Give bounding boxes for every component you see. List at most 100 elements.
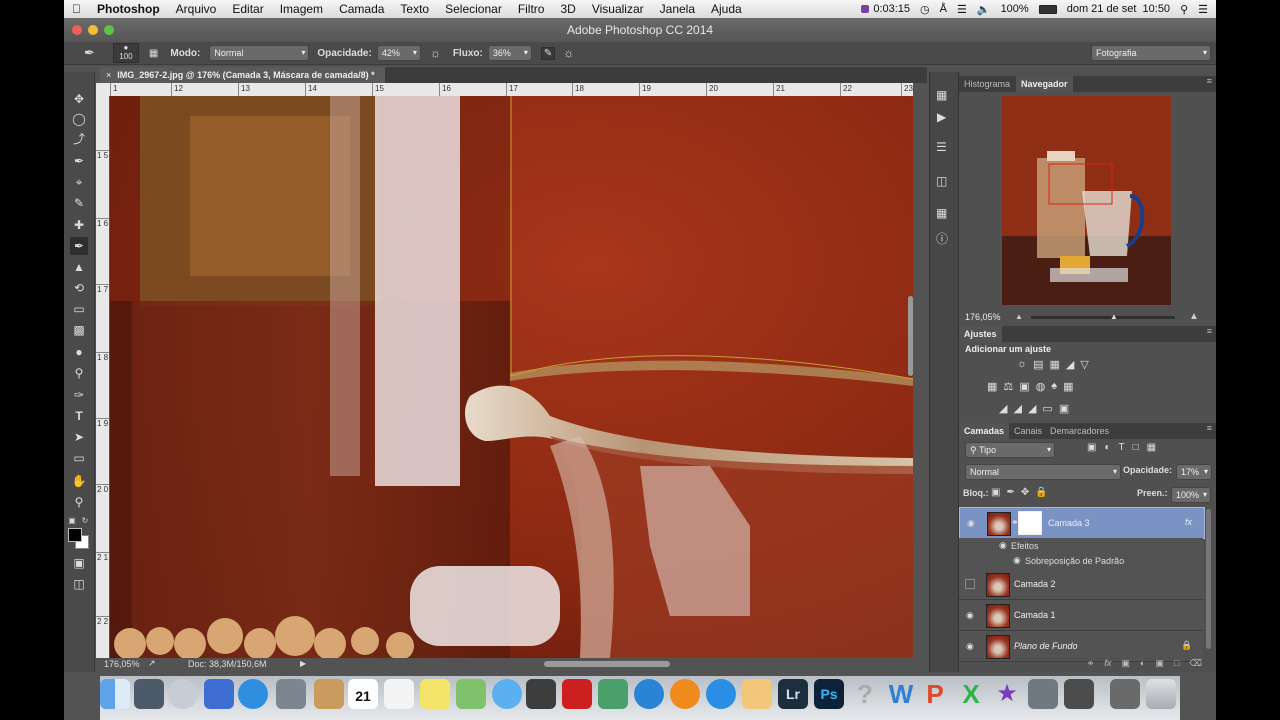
healing-brush-tool-icon[interactable]: ✚ — [70, 216, 88, 234]
mode-select[interactable]: Normal — [209, 45, 310, 61]
tab-layers[interactable]: Camadas — [959, 423, 1010, 439]
layer-row[interactable]: ◉ Camada 1 — [959, 600, 1203, 631]
gradient-tool-icon[interactable]: ▩ — [70, 321, 88, 339]
brightness-icon[interactable]: ☼ — [1017, 358, 1027, 371]
add-mask-icon[interactable]: ▣ — [1121, 658, 1130, 672]
photoshop-icon[interactable]: Ps — [814, 679, 844, 709]
add-style-icon[interactable]: fx — [1104, 658, 1111, 672]
tab-channels[interactable]: Canais — [1009, 423, 1047, 439]
brush-panel-toggle-icon[interactable]: ▦ — [149, 48, 158, 59]
reminders-icon[interactable] — [384, 679, 414, 709]
menu-filtro[interactable]: Filtro — [510, 2, 553, 16]
lock-pixels-icon[interactable]: ✒ — [1006, 487, 1014, 498]
volume-icon[interactable]: 🔈 — [977, 3, 991, 16]
contacts-icon[interactable] — [314, 679, 344, 709]
export-icon[interactable]: ↗ — [148, 658, 156, 669]
layer-name[interactable]: Camada 1 — [1014, 610, 1056, 620]
itunes-icon[interactable] — [634, 679, 664, 709]
posterize-icon[interactable]: ◢ — [1013, 402, 1021, 415]
eraser-tool-icon[interactable]: ▭ — [70, 300, 88, 318]
preview-icon[interactable] — [204, 679, 234, 709]
iphoto-gallery-icon[interactable] — [742, 679, 772, 709]
opacity-input[interactable]: 42% — [376, 45, 421, 61]
color-lookup-icon[interactable]: ▦ — [1063, 380, 1073, 393]
threshold-icon[interactable]: ◢ — [1028, 402, 1036, 415]
menu-imagem[interactable]: Imagem — [272, 2, 331, 16]
maps-icon[interactable] — [456, 679, 486, 709]
lightroom-icon[interactable]: Lr — [778, 679, 808, 709]
visibility-eye-icon[interactable]: ◉ — [966, 610, 976, 620]
shape-tool-icon[interactable]: ▭ — [70, 449, 88, 467]
history-panel-icon[interactable]: ▦ — [936, 88, 947, 102]
info-panel-icon[interactable]: ⓘ — [936, 230, 948, 247]
properties-panel-icon[interactable]: ☰ — [936, 140, 947, 154]
powerpoint-icon[interactable]: P — [920, 679, 950, 709]
status-zoom[interactable]: 176,05% — [104, 659, 140, 669]
vibrance-icon[interactable]: ▽ — [1080, 358, 1088, 371]
battery-icon[interactable] — [1038, 4, 1057, 14]
filter-smart-object-icon[interactable]: ▦ — [1147, 442, 1156, 453]
ibooks-icon[interactable] — [670, 679, 700, 709]
facetime-icon[interactable] — [526, 679, 556, 709]
minimize-window-button[interactable] — [88, 25, 98, 35]
menu-janela[interactable]: Janela — [652, 2, 703, 16]
navigator-zoom-thumb[interactable]: ▲ — [1110, 312, 1118, 321]
navigator-zoom-slider[interactable] — [1031, 316, 1175, 319]
layer-mask-thumbnail[interactable] — [1018, 511, 1042, 535]
black-white-icon[interactable]: ▣ — [1019, 380, 1029, 393]
airbrush-icon[interactable]: ✎ — [540, 46, 556, 60]
wifi-icon[interactable]: ☰ — [957, 3, 967, 16]
layer-name[interactable]: Camada 2 — [1014, 579, 1056, 589]
brush-tool-active-icon[interactable]: ✒ — [70, 237, 88, 255]
menu-camada[interactable]: Camada — [331, 2, 392, 16]
layer-name[interactable]: Plano de Fundo — [1014, 641, 1078, 651]
menu-editar[interactable]: Editar — [224, 2, 271, 16]
word-icon[interactable]: W — [886, 679, 916, 709]
launchpad-icon[interactable] — [168, 679, 198, 709]
tab-adjustments[interactable]: Ajustes — [959, 326, 1002, 342]
menu-ajuda[interactable]: Ajuda — [703, 2, 750, 16]
exposure-icon[interactable]: ◢ — [1066, 358, 1074, 371]
horizontal-scrollbar[interactable] — [544, 661, 670, 667]
delete-layer-icon[interactable]: ⌫ — [1189, 658, 1202, 672]
clock-text[interactable]: dom 21 de set 10:50 — [1067, 3, 1170, 15]
3d-panel-icon[interactable]: ◫ — [936, 174, 947, 188]
camera-icon[interactable] — [1064, 679, 1094, 709]
time-machine-icon[interactable]: ◷ — [920, 3, 930, 16]
move-tool-icon[interactable]: ✥ — [70, 90, 88, 108]
zoom-window-button[interactable] — [104, 25, 114, 35]
type-tool-icon[interactable]: T — [70, 407, 88, 425]
workspace-select[interactable]: Fotografia — [1091, 45, 1211, 61]
effect-item-row[interactable]: ◉ Sobreposição de Padrão — [959, 553, 1203, 570]
foreground-color-swatch[interactable] — [68, 528, 82, 542]
visibility-empty-box[interactable] — [965, 579, 975, 589]
hand-tool-icon[interactable]: ✋ — [70, 472, 88, 490]
new-group-icon[interactable]: ▣ — [1155, 658, 1164, 672]
link-layers-icon[interactable]: ⚭ — [1087, 658, 1095, 672]
hue-saturation-icon[interactable]: ▦ — [987, 380, 997, 393]
history-brush-tool-icon[interactable]: ⟲ — [70, 279, 88, 297]
help-icon[interactable]: ? — [850, 679, 880, 709]
bluetooth-icon[interactable]: Å — [940, 3, 947, 15]
effects-row[interactable]: ◉ Efeitos — [959, 538, 1203, 553]
quick-mask-icon[interactable]: ▣ — [70, 554, 88, 572]
notes-icon[interactable] — [420, 679, 450, 709]
photo-filter-icon[interactable]: ◍ — [1036, 380, 1046, 393]
screen-capture-icon[interactable] — [1028, 679, 1058, 709]
zoom-out-icon[interactable]: ▲ — [1015, 312, 1023, 321]
dodge-tool-icon[interactable]: ⚲ — [70, 364, 88, 382]
eyedropper-tool-icon[interactable]: ✎ — [70, 194, 88, 212]
notification-center-icon[interactable]: ☰ — [1198, 3, 1208, 16]
layer-opacity-input[interactable]: 17% — [1176, 464, 1212, 480]
filter-shape-icon[interactable]: □ — [1133, 442, 1139, 453]
canvas-vertical-scrollbar[interactable] — [908, 296, 913, 376]
messages-icon[interactable] — [492, 679, 522, 709]
effect-eye-icon[interactable]: ◉ — [1013, 555, 1021, 566]
gradient-map-icon[interactable]: ▭ — [1042, 402, 1052, 415]
actions-panel-icon[interactable]: ▶ — [937, 110, 946, 124]
layer-row[interactable]: ◉ ⚭ Camada 3 fx — [959, 507, 1205, 539]
iphoto-icon[interactable] — [598, 679, 628, 709]
pressure-size-icon[interactable]: ☼ — [563, 46, 574, 60]
system-preferences-icon[interactable] — [276, 679, 306, 709]
apple-icon[interactable]:  — [64, 2, 89, 16]
